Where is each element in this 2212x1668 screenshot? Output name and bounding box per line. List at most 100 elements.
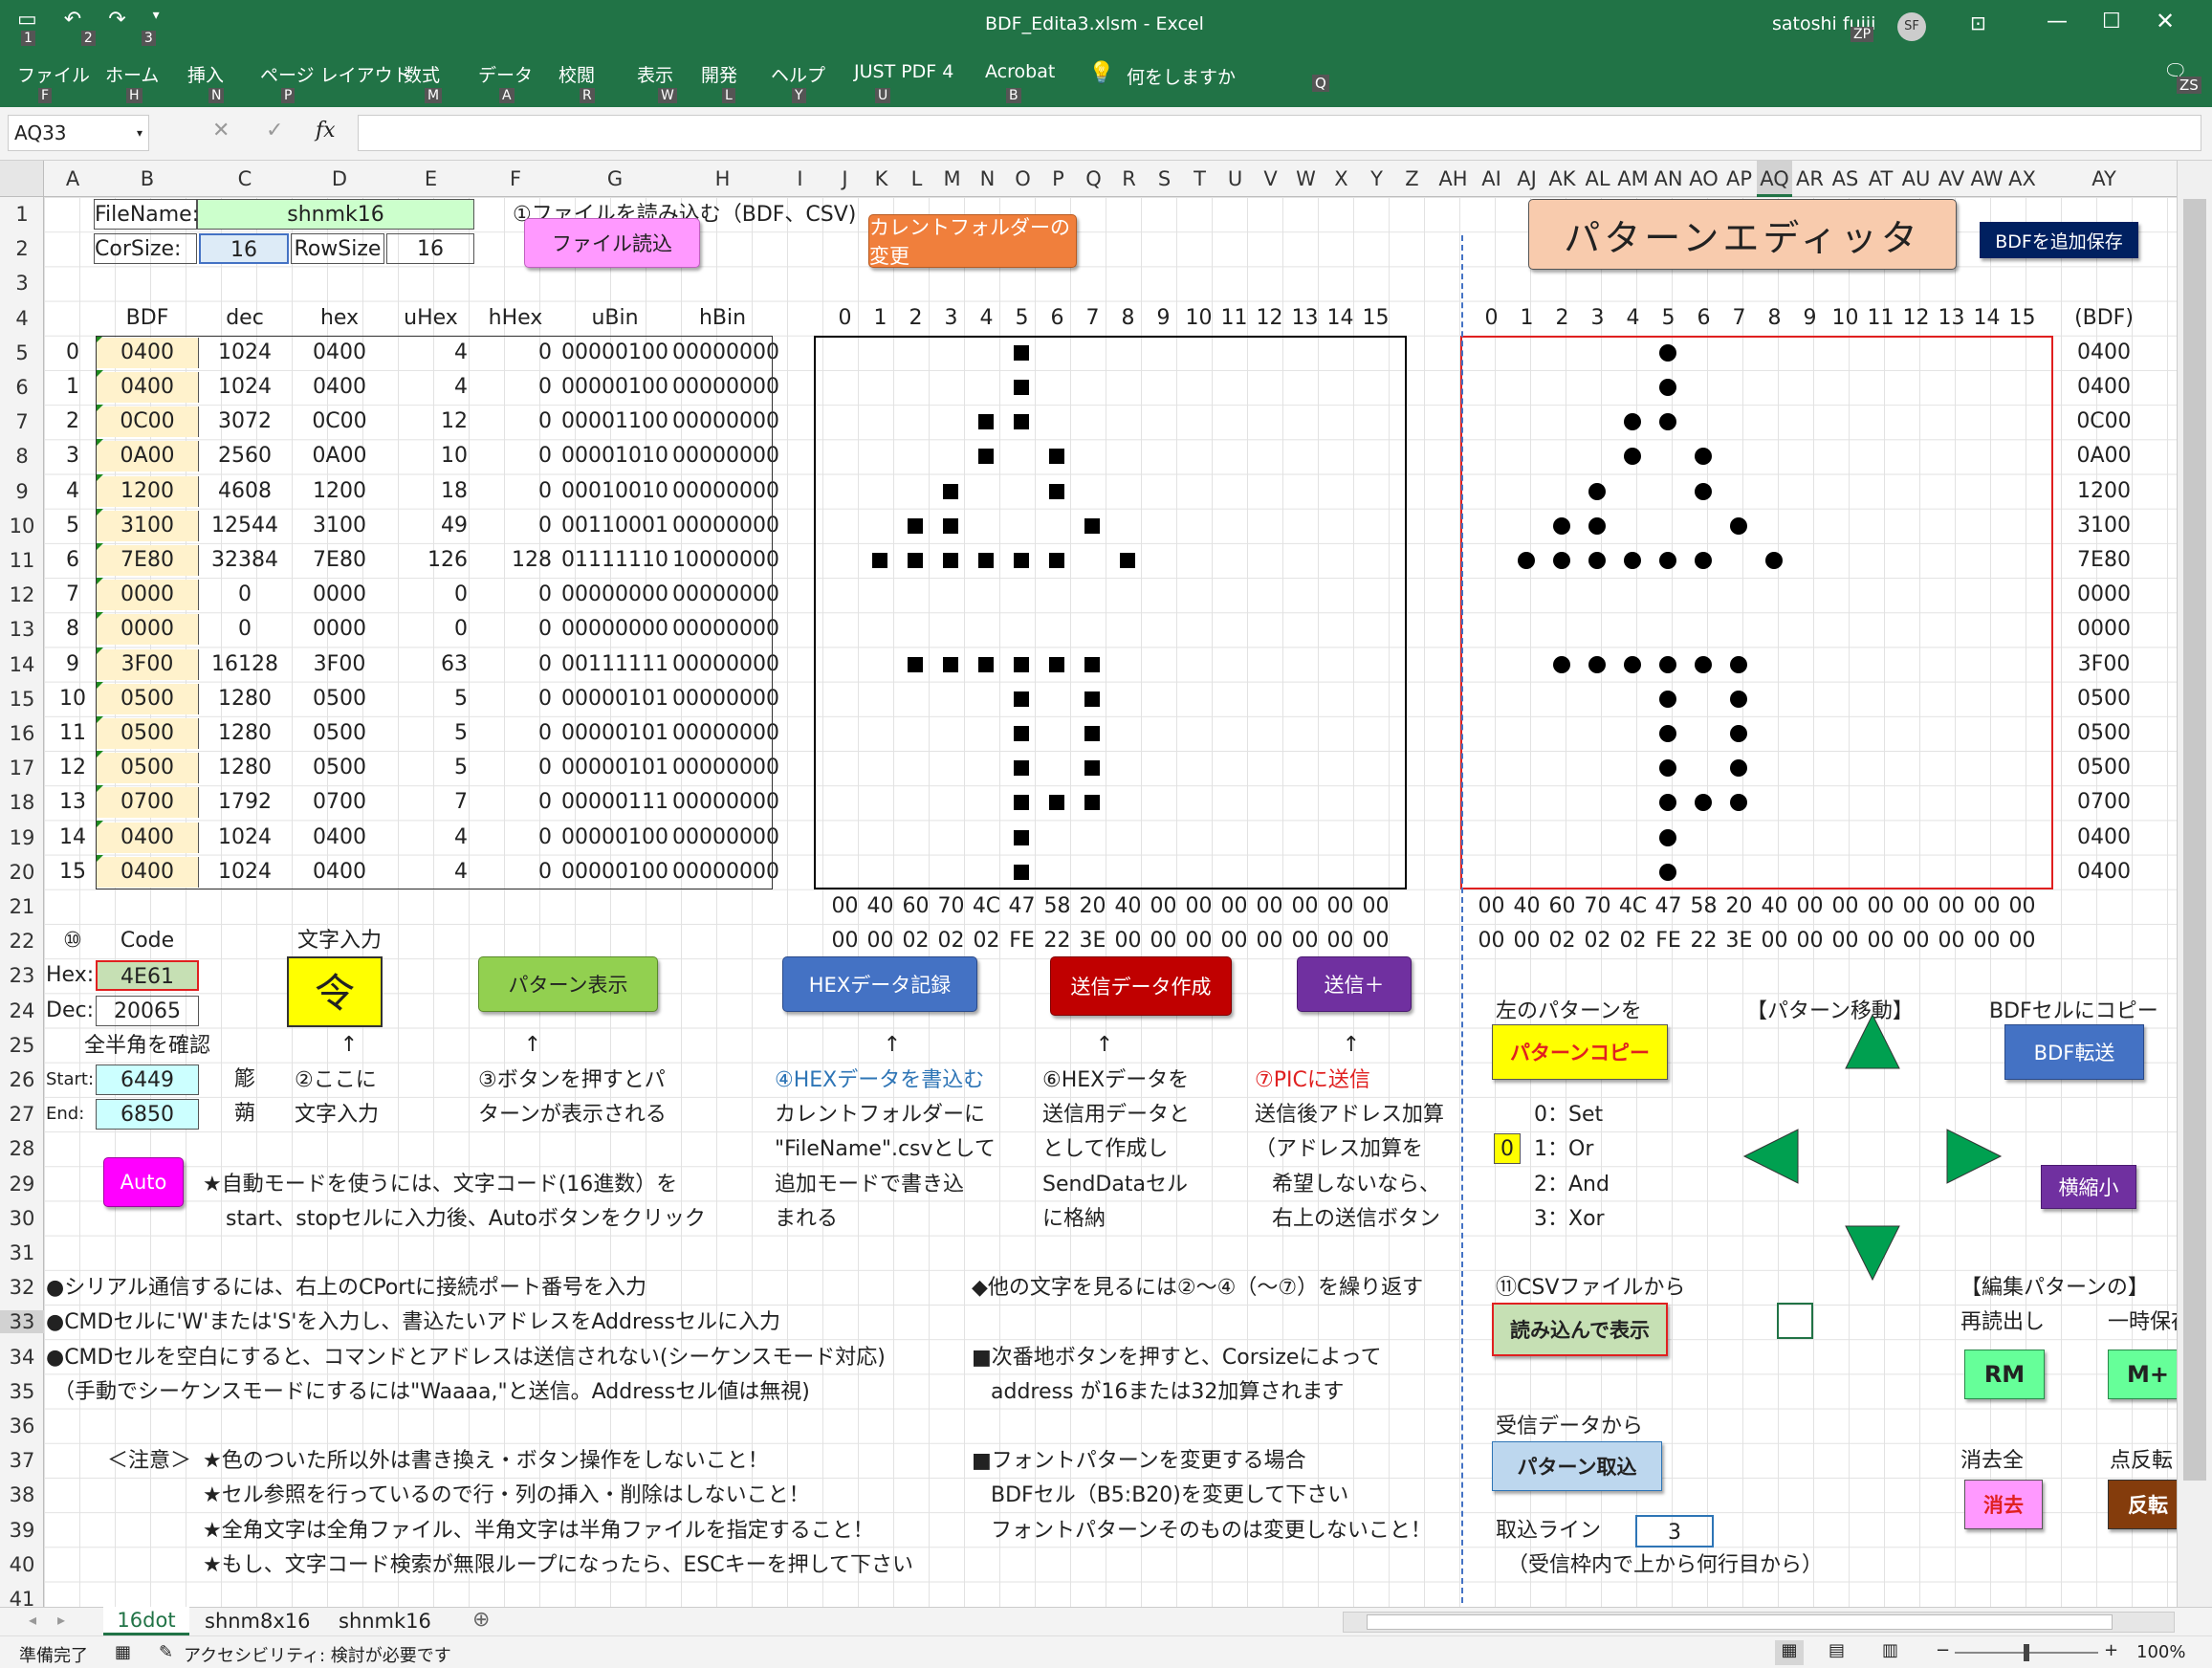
- horizontal-scrollbar[interactable]: [1343, 1612, 2175, 1633]
- row-header[interactable]: 13: [0, 618, 44, 641]
- tell-me-search[interactable]: 何をしますか: [1127, 63, 1236, 89]
- pattern-take-button[interactable]: パターン取込: [1492, 1441, 1662, 1492]
- pattern-editor-button[interactable]: パターンエディッタ: [1528, 199, 1957, 270]
- ribbon-display-icon[interactable]: ⊡: [1970, 11, 1986, 34]
- column-header[interactable]: AS: [1828, 161, 1863, 197]
- tab-shnmk16[interactable]: shnmk16: [339, 1610, 431, 1633]
- hex-code-input[interactable]: 4E61: [96, 960, 199, 992]
- column-header[interactable]: D: [291, 161, 388, 197]
- column-header[interactable]: M: [934, 161, 970, 197]
- row-header[interactable]: 10: [0, 515, 44, 538]
- row-header[interactable]: 21: [0, 895, 44, 918]
- row-header[interactable]: 35: [0, 1380, 44, 1403]
- vertical-scrollbar[interactable]: [2177, 161, 2212, 1607]
- row-header[interactable]: 16: [0, 722, 44, 745]
- function-icon[interactable]: fx: [316, 119, 336, 143]
- row-header[interactable]: 28: [0, 1137, 44, 1160]
- column-header[interactable]: W: [1288, 161, 1324, 197]
- row-header[interactable]: 2: [0, 237, 44, 260]
- close-icon[interactable]: ✕: [2156, 8, 2175, 34]
- save-icon[interactable]: ▭: [17, 8, 37, 32]
- row-header[interactable]: 25: [0, 1034, 44, 1057]
- column-header[interactable]: G: [558, 161, 672, 197]
- make-send-data-button[interactable]: 送信データ作成: [1050, 956, 1232, 1017]
- row-header[interactable]: 5: [0, 341, 44, 364]
- menu-item[interactable]: 表示: [637, 61, 673, 87]
- column-header[interactable]: P: [1040, 161, 1076, 197]
- column-header[interactable]: O: [1005, 161, 1040, 197]
- menu-item[interactable]: 数式: [404, 61, 440, 87]
- zoom-slider[interactable]: [1955, 1644, 2098, 1661]
- column-header[interactable]: AN: [1651, 161, 1686, 197]
- column-header[interactable]: AT: [1863, 161, 1898, 197]
- read-and-show-button[interactable]: 読み込んで表示: [1492, 1303, 1668, 1357]
- menu-item[interactable]: JUST PDF 4: [854, 61, 953, 82]
- row-header[interactable]: 3: [0, 272, 44, 295]
- column-header[interactable]: AJ: [1509, 161, 1544, 197]
- column-header[interactable]: V: [1253, 161, 1288, 197]
- row-header[interactable]: 32: [0, 1276, 44, 1299]
- normal-view-icon[interactable]: ▦: [1775, 1640, 1804, 1665]
- column-header[interactable]: Y: [1359, 161, 1394, 197]
- row-header[interactable]: 30: [0, 1207, 44, 1230]
- column-header[interactable]: C: [199, 161, 291, 197]
- rm-button[interactable]: RM: [1964, 1349, 2045, 1399]
- move-up-icon[interactable]: [1844, 1013, 1901, 1070]
- zoom-in-icon[interactable]: +: [2104, 1640, 2118, 1660]
- corsize-input[interactable]: 16: [199, 233, 289, 265]
- row-header[interactable]: 7: [0, 410, 44, 433]
- pattern-show-button[interactable]: パターン表示: [478, 956, 658, 1013]
- column-header[interactable]: Z: [1394, 161, 1430, 197]
- take-line-input[interactable]: 3: [1635, 1514, 1714, 1547]
- minimize-icon[interactable]: —: [2047, 10, 2068, 33]
- pattern-editor-frame[interactable]: [1460, 335, 2053, 889]
- row-header[interactable]: 19: [0, 826, 44, 849]
- bdf-transfer-button[interactable]: BDF転送: [2004, 1023, 2144, 1080]
- row-header[interactable]: 33: [0, 1310, 44, 1334]
- select-all-corner[interactable]: [0, 161, 44, 197]
- column-header[interactable]: Q: [1076, 161, 1111, 197]
- menu-item[interactable]: Acrobat: [985, 61, 1055, 82]
- move-down-icon[interactable]: [1844, 1224, 1901, 1282]
- menu-item[interactable]: ページ レイアウト: [260, 61, 411, 87]
- column-header[interactable]: X: [1324, 161, 1359, 197]
- column-header[interactable]: AK: [1544, 161, 1580, 197]
- column-header[interactable]: AQ: [1757, 161, 1792, 197]
- column-header[interactable]: S: [1147, 161, 1182, 197]
- row-header[interactable]: 20: [0, 861, 44, 884]
- column-header[interactable]: AO: [1686, 161, 1721, 197]
- name-box[interactable]: AQ33 ▾: [8, 115, 149, 151]
- column-header[interactable]: AW: [1969, 161, 2004, 197]
- row-header[interactable]: 24: [0, 999, 44, 1022]
- row-header[interactable]: 31: [0, 1241, 44, 1264]
- maximize-icon[interactable]: ☐: [2102, 10, 2121, 33]
- row-header[interactable]: 9: [0, 480, 44, 503]
- row-header[interactable]: 29: [0, 1173, 44, 1196]
- row-header[interactable]: 37: [0, 1449, 44, 1472]
- row-header[interactable]: 1: [0, 203, 44, 226]
- cancel-icon[interactable]: ✕: [212, 119, 230, 143]
- new-sheet-icon[interactable]: ⊕: [472, 1608, 490, 1632]
- move-right-icon[interactable]: [1945, 1128, 2003, 1185]
- menu-item[interactable]: 開発: [701, 61, 737, 87]
- column-header[interactable]: F: [473, 161, 558, 197]
- menu-item[interactable]: データ: [478, 61, 533, 87]
- menu-item[interactable]: 挿入: [187, 61, 224, 87]
- shrink-horizontal-button[interactable]: 横縮小: [2041, 1164, 2136, 1209]
- column-header[interactable]: AV: [1934, 161, 1969, 197]
- column-header[interactable]: L: [899, 161, 934, 197]
- column-header[interactable]: B: [96, 161, 199, 197]
- column-header[interactable]: U: [1217, 161, 1253, 197]
- worksheet-grid[interactable]: FileName: shnmk16 CorSize: 16 RowSize 16 ①ファイル…: [44, 197, 2177, 1607]
- row-header[interactable]: 14: [0, 653, 44, 676]
- macro-record-icon[interactable]: ▦: [115, 1642, 131, 1662]
- column-header[interactable]: AY: [2066, 161, 2142, 197]
- row-header[interactable]: 15: [0, 688, 44, 711]
- auto-button[interactable]: Auto: [103, 1156, 184, 1207]
- column-header[interactable]: AU: [1898, 161, 1934, 197]
- column-header[interactable]: AX: [2004, 161, 2040, 197]
- read-file-button[interactable]: ファイル読込: [524, 218, 700, 269]
- m-plus-button[interactable]: M+: [2108, 1349, 2177, 1399]
- scroll-thumb[interactable]: [2183, 199, 2206, 1481]
- accessibility-status[interactable]: アクセシビリティ: 検討が必要です: [184, 1642, 451, 1667]
